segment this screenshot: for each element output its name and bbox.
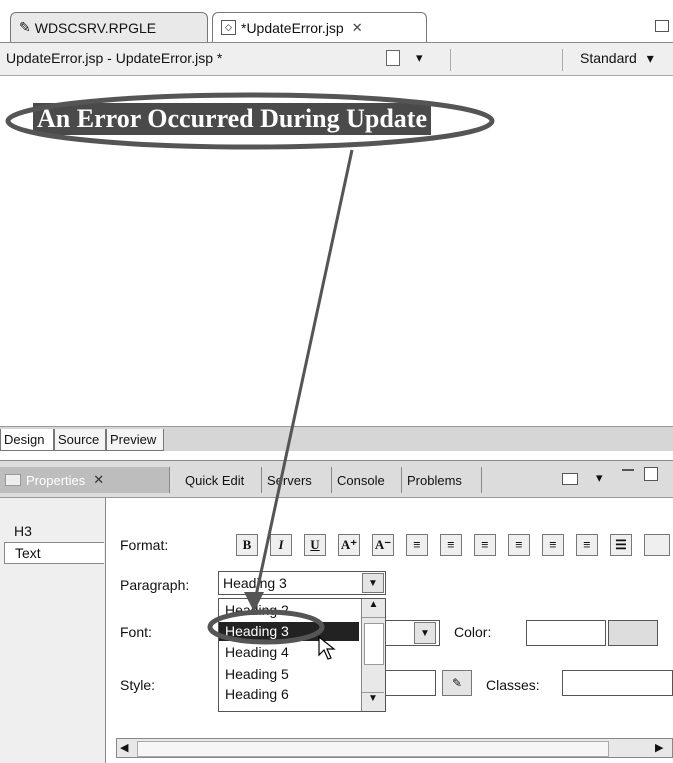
color-input[interactable] <box>526 620 606 646</box>
font-label: Font: <box>120 624 152 640</box>
tab-properties[interactable]: Properties ✕ <box>0 467 170 493</box>
list-item-selected[interactable]: Heading 3 <box>219 622 359 641</box>
tab-label: WDSCSRV.RPGLE <box>34 19 157 36</box>
align-center-icon[interactable]: ≡ <box>508 534 530 556</box>
tab-label: *UpdateError.jsp <box>241 19 344 36</box>
list-item[interactable]: Heading 2 <box>219 601 359 620</box>
tab-problems[interactable]: Problems <box>402 467 482 493</box>
tab-design[interactable]: Design <box>0 429 54 451</box>
maximize-icon[interactable] <box>644 467 658 481</box>
decrease-font-button[interactable]: A⁻ <box>372 534 394 556</box>
editor-page-tabs: Design Source Preview <box>0 426 673 451</box>
classes-input[interactable] <box>562 670 673 696</box>
toolbar-divider <box>450 49 451 71</box>
side-tab-text[interactable]: Text <box>4 542 104 564</box>
tab-wdscsrv-rpgle[interactable]: ✎ WDSCSRV.RPGLE <box>10 12 208 42</box>
horizontal-scrollbar[interactable]: ◀ ▶ <box>116 738 673 758</box>
indent-icon[interactable]: ≡ <box>406 534 428 556</box>
tab-preview[interactable]: Preview <box>106 429 164 451</box>
mode-label: Standard <box>580 50 637 66</box>
justify-icon[interactable]: ≡ <box>576 534 598 556</box>
style-label: Style: <box>120 677 156 693</box>
mode-selector[interactable]: Standard ▾ <box>580 50 654 67</box>
list-item[interactable]: Heading 6 <box>219 685 359 704</box>
views-tab-strip: Properties ✕ Quick Edit Servers Console … <box>0 460 673 498</box>
bold-button[interactable]: B <box>236 534 258 556</box>
color-picker-button[interactable] <box>608 620 658 646</box>
increase-font-button[interactable]: A⁺ <box>338 534 360 556</box>
paragraph-dropdown-list: Heading 2 Heading 3 Heading 4 Heading 5 … <box>218 598 386 712</box>
classes-label: Classes: <box>486 677 540 693</box>
tab-updateerror-jsp[interactable]: ◇ *UpdateError.jsp ✕ <box>212 12 427 42</box>
scroll-up-icon[interactable]: ▲ <box>362 599 385 618</box>
underline-button[interactable]: U <box>304 534 326 556</box>
chevron-down-icon[interactable]: ▾ <box>416 50 423 66</box>
scroll-thumb[interactable] <box>364 623 384 665</box>
mouse-cursor-icon <box>318 635 338 665</box>
dropdown-scrollbar[interactable]: ▲ ▼ <box>361 599 385 711</box>
tab-source[interactable]: Source <box>54 429 106 451</box>
align-left-icon[interactable]: ≡ <box>474 534 496 556</box>
page-heading-h3[interactable]: An Error Occurred During Update <box>33 103 431 135</box>
paragraph-label: Paragraph: <box>120 577 190 593</box>
chevron-down-icon: ▾ <box>646 50 654 66</box>
editor-title: UpdateError.jsp - UpdateError.jsp * <box>6 50 223 66</box>
outdent-icon[interactable]: ≡ <box>440 534 462 556</box>
properties-side-tabs: H3 Text <box>0 498 105 763</box>
side-tab-h3[interactable]: H3 <box>4 520 104 542</box>
tab-console[interactable]: Console <box>332 467 402 493</box>
color-label: Color: <box>454 624 492 640</box>
scroll-left-icon[interactable]: ◀ <box>120 741 128 754</box>
editor-toolbar: UpdateError.jsp - UpdateError.jsp * ▾ St… <box>0 42 673 76</box>
maximize-icon[interactable] <box>655 20 669 32</box>
list-icon[interactable]: ☰ <box>610 534 632 556</box>
chevron-down-icon[interactable]: ▼ <box>414 622 436 644</box>
close-icon[interactable]: ✕ <box>352 20 363 36</box>
edit-style-icon[interactable]: ✎ <box>442 670 472 696</box>
paragraph-select[interactable]: Heading 3 <box>218 571 386 595</box>
properties-icon <box>5 474 21 486</box>
close-icon[interactable]: ✕ <box>93 472 104 488</box>
pencil-icon: ✎ <box>19 19 31 35</box>
list-item[interactable]: Heading 5 <box>219 665 359 684</box>
style-input[interactable] <box>380 670 436 696</box>
page-icon[interactable] <box>386 50 400 66</box>
italic-button[interactable]: I <box>270 534 292 556</box>
format-label: Format: <box>120 537 169 553</box>
list-item[interactable]: Heading 4 <box>219 643 359 662</box>
view-menu-icon[interactable] <box>562 473 578 485</box>
chevron-down-icon[interactable]: ▾ <box>596 470 603 486</box>
tab-quick-edit[interactable]: Quick Edit <box>180 467 262 493</box>
more-format-icon[interactable] <box>644 534 670 556</box>
toolbar-divider <box>562 49 563 71</box>
align-right-icon[interactable]: ≡ <box>542 534 564 556</box>
scroll-thumb[interactable] <box>137 741 609 757</box>
minimize-icon[interactable] <box>622 469 634 471</box>
tab-servers[interactable]: Servers <box>262 467 332 493</box>
scroll-right-icon[interactable]: ▶ <box>655 741 663 754</box>
scroll-down-icon[interactable]: ▼ <box>362 692 384 711</box>
chevron-down-icon[interactable]: ▼ <box>362 573 384 593</box>
jsp-file-icon: ◇ <box>221 20 236 35</box>
paragraph-select-value: Heading 3 <box>223 575 287 591</box>
